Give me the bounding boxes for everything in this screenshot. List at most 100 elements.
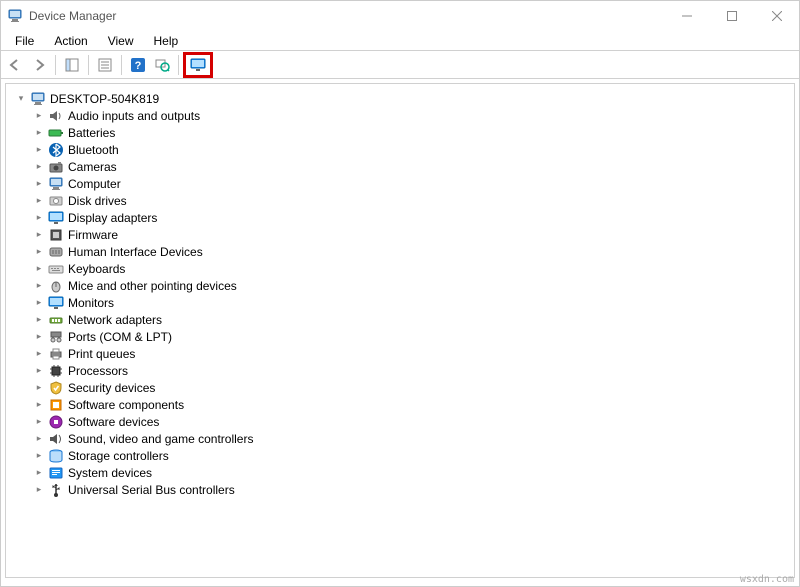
toolbar-separator — [88, 55, 89, 75]
tree-row[interactable]: ▸ Computer — [10, 175, 790, 192]
menu-action[interactable]: Action — [44, 32, 97, 50]
tree-row[interactable]: ▸Keyboards — [10, 260, 790, 277]
menu-file[interactable]: File — [5, 32, 44, 50]
tree-row[interactable]: ▸ Ports (COM & LPT) — [10, 328, 790, 345]
tree-item-label: Computer — [68, 177, 121, 191]
tree-row[interactable]: ▸ System devices — [10, 464, 790, 481]
help-button[interactable] — [126, 53, 150, 77]
monitor-icon — [48, 295, 64, 311]
tree-item-label: Software components — [68, 398, 184, 412]
computer-icon — [48, 176, 64, 192]
computer-icon — [30, 91, 46, 107]
expand-icon[interactable]: ▸ — [32, 330, 46, 344]
tree-root-label: DESKTOP-504K819 — [50, 92, 159, 106]
show-hide-tree-button[interactable] — [60, 53, 84, 77]
expand-icon[interactable]: ▸ — [32, 364, 46, 378]
tree-row[interactable]: ▸Cameras — [10, 158, 790, 175]
expand-icon[interactable]: ▸ — [32, 245, 46, 259]
tree-item-label: Mice and other pointing devices — [68, 279, 237, 293]
toolbar-separator — [178, 55, 179, 75]
battery-icon — [48, 125, 64, 141]
forward-button[interactable] — [27, 53, 51, 77]
tree-root-row[interactable]: ▾ DESKTOP-504K819 — [10, 90, 790, 107]
collapse-icon[interactable]: ▾ — [14, 92, 28, 106]
tree-row[interactable]: ▸Print queues — [10, 345, 790, 362]
tree-row[interactable]: ▸ Display adapters — [10, 209, 790, 226]
tree-row[interactable]: ▸Audio inputs and outputs — [10, 107, 790, 124]
expand-icon[interactable]: ▸ — [32, 347, 46, 361]
expand-icon[interactable]: ▸ — [32, 262, 46, 276]
tree-row[interactable]: ▸ Network adapters — [10, 311, 790, 328]
tree-item-label: Processors — [68, 364, 128, 378]
device-tree[interactable]: ▾ DESKTOP-504K819 ▸Audio inputs and outp… — [5, 83, 795, 578]
expand-icon[interactable]: ▸ — [32, 381, 46, 395]
tree-item-label: Bluetooth — [68, 143, 119, 157]
tree-row[interactable]: ▸ Monitors — [10, 294, 790, 311]
expand-icon[interactable]: ▸ — [32, 415, 46, 429]
tree-row[interactable]: ▸Universal Serial Bus controllers — [10, 481, 790, 498]
tree-row[interactable]: ▸Human Interface Devices — [10, 243, 790, 260]
menu-view[interactable]: View — [98, 32, 144, 50]
expand-icon[interactable]: ▸ — [32, 177, 46, 191]
expand-icon[interactable]: ▸ — [32, 398, 46, 412]
display-icon — [48, 210, 64, 226]
watermark: wsxdn.com — [740, 574, 794, 585]
tree-item-label: Network adapters — [68, 313, 162, 327]
system-icon — [48, 465, 64, 481]
usb-icon — [48, 482, 64, 498]
tree-row[interactable]: ▸ Batteries — [10, 124, 790, 141]
expand-icon[interactable]: ▸ — [32, 126, 46, 140]
tree-row[interactable]: ▸ Firmware — [10, 226, 790, 243]
tree-row[interactable]: ▸ Processors — [10, 362, 790, 379]
minimize-button[interactable] — [664, 1, 709, 31]
camera-icon — [48, 159, 64, 175]
tree-item-label: Software devices — [68, 415, 159, 429]
expand-icon[interactable]: ▸ — [32, 296, 46, 310]
ports-icon — [48, 329, 64, 345]
tree-row[interactable]: ▸ Software devices — [10, 413, 790, 430]
tree-item-label: Batteries — [68, 126, 115, 140]
tree-row[interactable]: ▸Storage controllers — [10, 447, 790, 464]
tree-item-label: Ports (COM & LPT) — [68, 330, 172, 344]
bluetooth-icon — [48, 142, 64, 158]
maximize-button[interactable] — [709, 1, 754, 31]
expand-icon[interactable]: ▸ — [32, 109, 46, 123]
tree-item-label: Security devices — [68, 381, 155, 395]
disk-icon — [48, 193, 64, 209]
expand-icon[interactable]: ▸ — [32, 313, 46, 327]
window-title: Device Manager — [29, 9, 116, 23]
expand-icon[interactable]: ▸ — [32, 483, 46, 497]
expand-icon[interactable]: ▸ — [32, 160, 46, 174]
swcomp-icon — [48, 397, 64, 413]
tree-item-label: Monitors — [68, 296, 114, 310]
tree-row[interactable]: ▸ Software components — [10, 396, 790, 413]
tree-item-label: Firmware — [68, 228, 118, 242]
expand-icon[interactable]: ▸ — [32, 143, 46, 157]
expand-icon[interactable]: ▸ — [32, 228, 46, 242]
toolbar-separator — [55, 55, 56, 75]
menubar: File Action View Help — [1, 31, 799, 51]
sound-icon — [48, 431, 64, 447]
expand-icon[interactable]: ▸ — [32, 194, 46, 208]
firmware-icon — [48, 227, 64, 243]
expand-icon[interactable]: ▸ — [32, 432, 46, 446]
tree-item-label: System devices — [68, 466, 152, 480]
tree-item-label: Sound, video and game controllers — [68, 432, 253, 446]
menu-help[interactable]: Help — [144, 32, 189, 50]
close-button[interactable] — [754, 1, 799, 31]
expand-icon[interactable]: ▸ — [32, 466, 46, 480]
tree-row[interactable]: ▸ Security devices — [10, 379, 790, 396]
back-button[interactable] — [3, 53, 27, 77]
tree-row[interactable]: ▸Disk drives — [10, 192, 790, 209]
expand-icon[interactable]: ▸ — [32, 449, 46, 463]
add-legacy-hardware-button[interactable] — [186, 53, 210, 77]
audio-icon — [48, 108, 64, 124]
properties-button[interactable] — [93, 53, 117, 77]
tree-row[interactable]: ▸ Sound, video and game controllers — [10, 430, 790, 447]
tree-item-label: Display adapters — [68, 211, 157, 225]
tree-row[interactable]: ▸ Bluetooth — [10, 141, 790, 158]
tree-row[interactable]: ▸ Mice and other pointing devices — [10, 277, 790, 294]
expand-icon[interactable]: ▸ — [32, 211, 46, 225]
scan-hardware-button[interactable] — [150, 53, 174, 77]
expand-icon[interactable]: ▸ — [32, 279, 46, 293]
